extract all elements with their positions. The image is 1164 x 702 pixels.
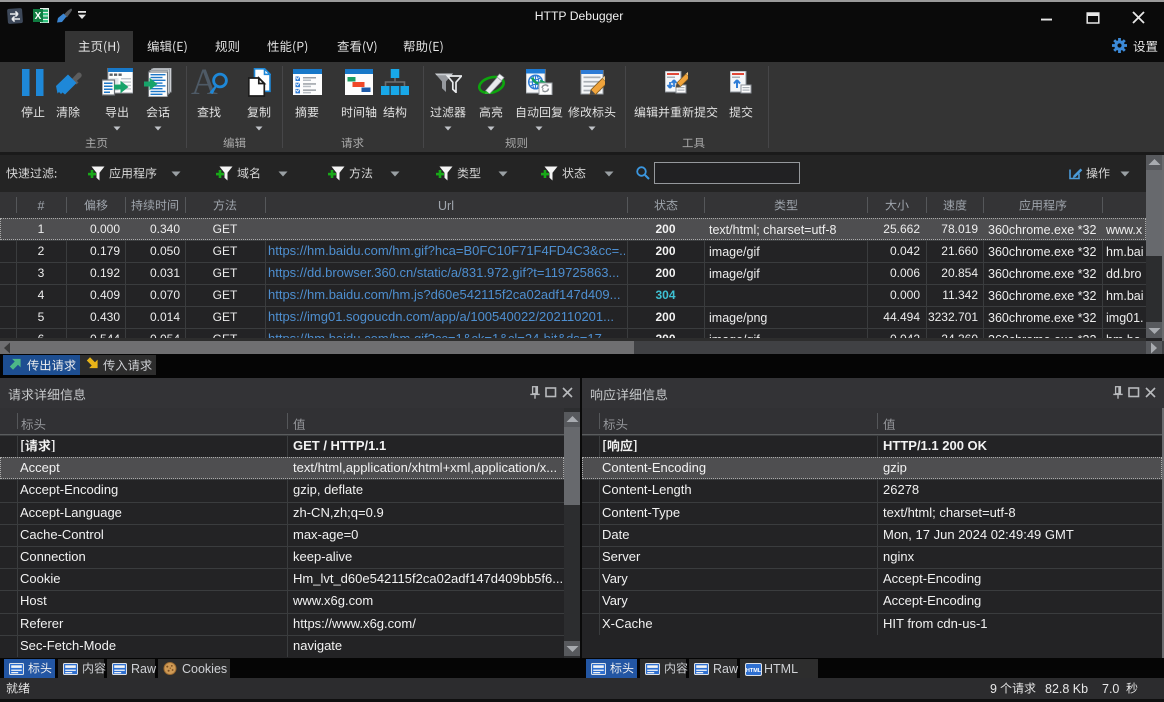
svg-text:HTML: HTML xyxy=(746,668,762,674)
svg-text:X: X xyxy=(35,11,42,22)
